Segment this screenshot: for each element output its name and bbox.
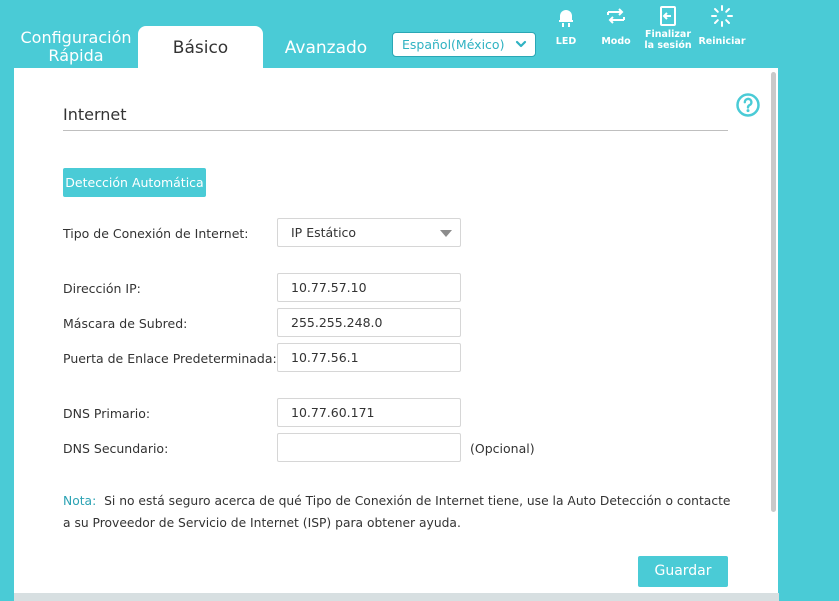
subnet-mask-input[interactable]	[277, 308, 461, 337]
led-icon	[559, 10, 573, 27]
connection-type-value: IP Estático	[291, 225, 357, 240]
mode-button[interactable]: Modo	[591, 4, 641, 47]
language-select-value: Español(México)	[402, 37, 505, 52]
tab-quick-setup[interactable]: Configuración Rápida	[14, 29, 138, 65]
logout-label: Finalizar la sesión	[644, 29, 692, 51]
help-note: Nota: Si no está seguro acerca de qué Ti…	[63, 490, 733, 534]
note-text: Si no está seguro acerca de qué Tipo de …	[63, 494, 731, 530]
optional-hint: (Opcional)	[470, 441, 535, 456]
bottom-strip	[14, 593, 779, 601]
caret-down-icon	[440, 230, 452, 237]
led-label: LED	[555, 36, 577, 47]
section-divider	[63, 130, 728, 131]
chevron-down-icon	[515, 40, 527, 48]
dns-primary-input[interactable]	[277, 398, 461, 427]
mode-label: Modo	[601, 36, 631, 47]
language-select[interactable]: Español(México)	[392, 32, 536, 57]
auto-detect-button[interactable]: Detección Automática	[63, 168, 206, 197]
logout-button[interactable]: Finalizar la sesión	[643, 4, 693, 51]
ip-address-input[interactable]	[277, 273, 461, 302]
switch-mode-icon	[607, 8, 625, 24]
logout-icon	[660, 6, 676, 26]
gateway-input[interactable]	[277, 343, 461, 372]
dns-primary-label: DNS Primario:	[63, 406, 151, 421]
gateway-label: Puerta de Enlace Predeterminada:	[63, 351, 277, 366]
led-button[interactable]: LED	[541, 4, 591, 47]
connection-type-select[interactable]: IP Estático	[277, 218, 461, 247]
reboot-label: Reiniciar	[698, 36, 746, 47]
dns-secondary-input[interactable]	[277, 433, 461, 462]
subnet-mask-label: Máscara de Subred:	[63, 316, 188, 331]
ip-address-label: Dirección IP:	[63, 281, 141, 296]
save-button[interactable]: Guardar	[638, 556, 728, 587]
scrollbar[interactable]	[771, 72, 776, 512]
dns-secondary-label: DNS Secundario:	[63, 441, 169, 456]
section-title: Internet	[63, 105, 127, 124]
connection-type-label: Tipo de Conexión de Internet:	[63, 226, 249, 241]
help-icon[interactable]	[736, 93, 760, 117]
tab-advanced[interactable]: Avanzado	[280, 38, 372, 58]
tab-basic[interactable]: Básico	[138, 26, 263, 72]
reboot-icon	[711, 5, 733, 27]
note-label: Nota:	[63, 494, 97, 508]
reboot-button[interactable]: Reiniciar	[697, 4, 747, 47]
